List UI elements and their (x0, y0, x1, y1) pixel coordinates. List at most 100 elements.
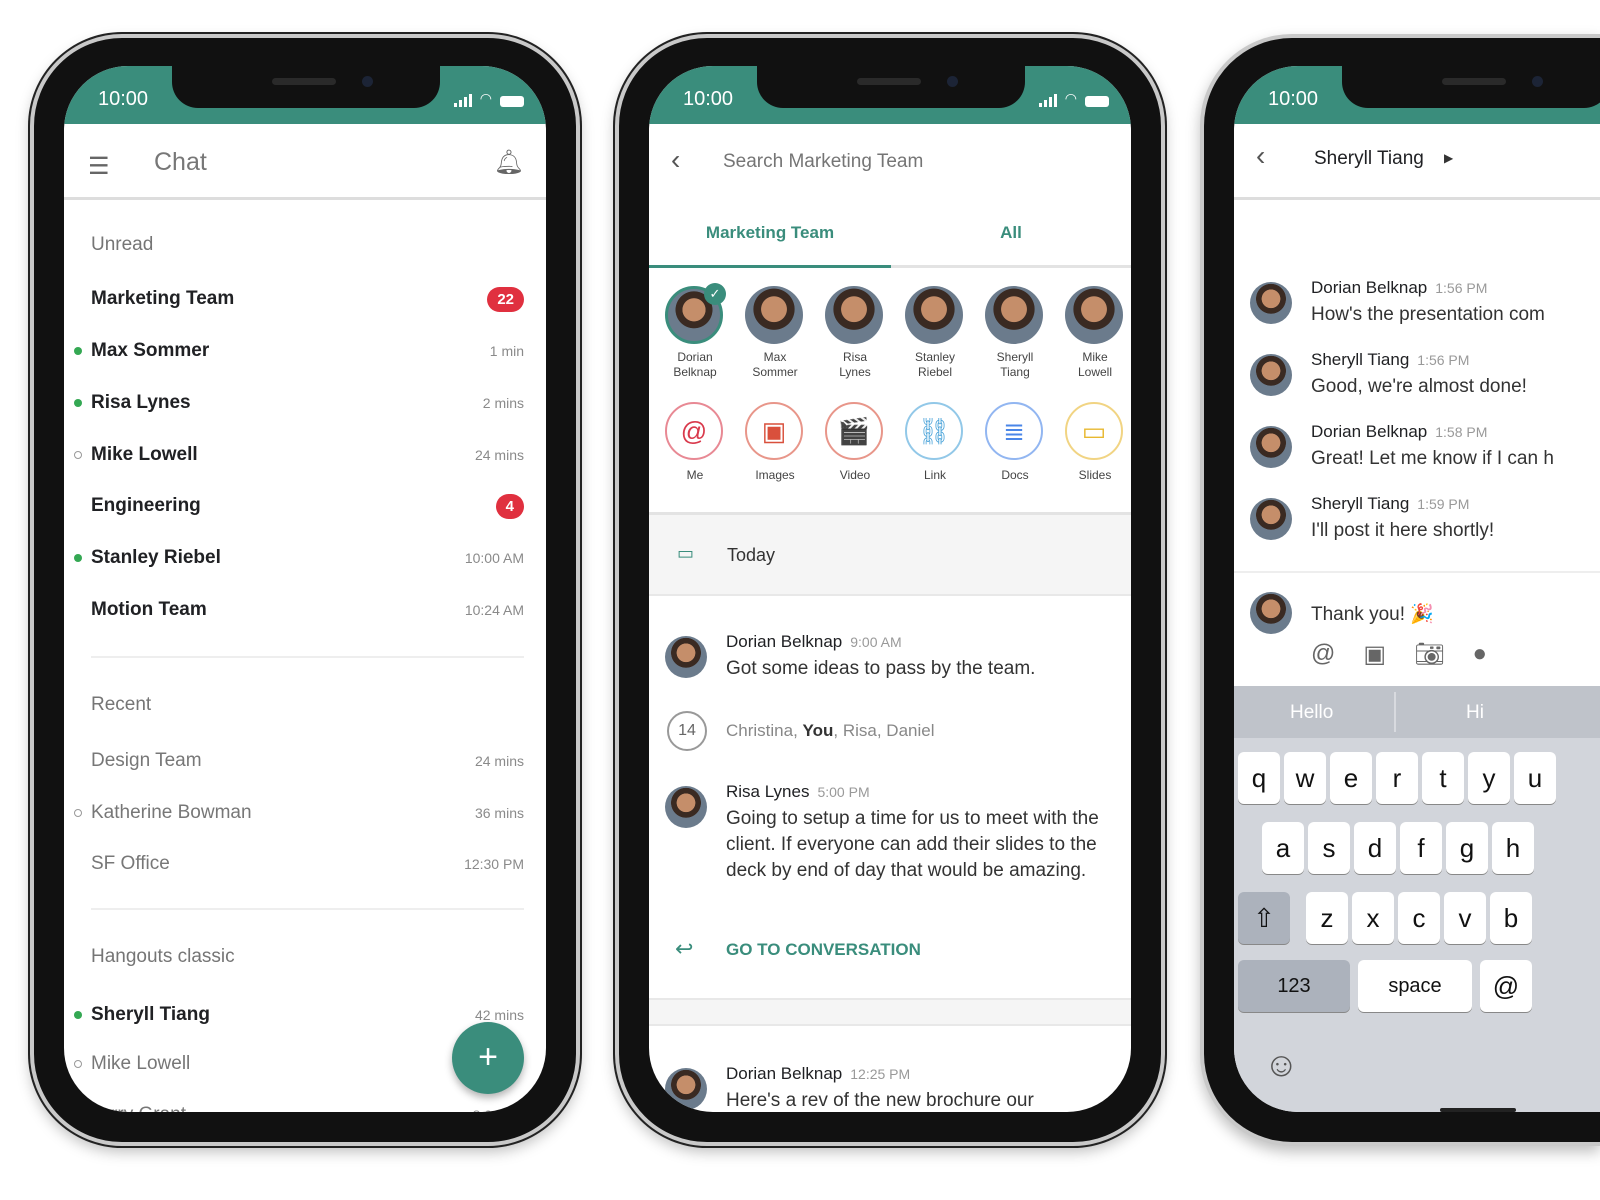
key-r[interactable]: r (1376, 752, 1418, 804)
key-u[interactable]: u (1514, 752, 1556, 804)
me-icon: @ (665, 402, 723, 460)
filter-slides[interactable]: ▭ Slides (1065, 402, 1125, 482)
message[interactable]: Risa Lynes 5:00 PM Going to setup a time … (665, 782, 1111, 884)
message[interactable]: Sheryll Tiang 1:56 PM Good, we're almost d… (1250, 350, 1596, 400)
filter-video[interactable]: 🎬 Video (825, 402, 885, 482)
message-time: 1:59 PM (1417, 496, 1470, 512)
list-item[interactable]: Engineering 4 (91, 491, 524, 521)
emoji-icon[interactable]: ☺ (1264, 1046, 1299, 1085)
sender-name: Dorian Belknap (1311, 278, 1428, 297)
status-time: 10:00 (1268, 88, 1319, 110)
date-label: Today (727, 545, 776, 565)
list-item[interactable]: Marketing Team 22 (91, 284, 524, 314)
avatar (1250, 354, 1292, 396)
camera-icon[interactable]: 📷︎ (1414, 640, 1444, 669)
at-key[interactable]: @ (1480, 960, 1532, 1012)
list-item-name: Motion Team (91, 599, 207, 620)
back-icon[interactable]: ‹ (1256, 140, 1265, 172)
docs-icon: ≣ (985, 402, 1043, 460)
key-w[interactable]: w (1284, 752, 1326, 804)
person-first-name: Stanley (914, 350, 956, 364)
message[interactable]: Dorian Belknap 1:58 PM Great! Let me know … (1250, 422, 1596, 472)
key-z[interactable]: z (1306, 892, 1348, 944)
battery-icon (500, 96, 524, 107)
key-y[interactable]: y (1468, 752, 1510, 804)
bell-icon[interactable]: 🔔︎ (494, 148, 524, 177)
hamburger-icon[interactable]: ☰ (88, 152, 110, 181)
list-item[interactable]: Sheryll Tiang 42 mins (74, 1000, 524, 1030)
conversation-header: ‹ Sheryll Tiang ▶ (1234, 124, 1600, 200)
go-to-conversation-link[interactable]: GO TO CONVERSATION (726, 940, 921, 960)
message[interactable]: Dorian Belknap 1:56 PM How's the presentat… (1250, 278, 1596, 328)
key-t[interactable]: t (1422, 752, 1464, 804)
compose-input[interactable]: Thank you! 🎉 (1311, 602, 1434, 626)
filter-link[interactable]: ⛓ Link (905, 402, 965, 482)
filter-me[interactable]: @ Me (665, 402, 725, 482)
list-item[interactable]: Motion Team 10:24 AM (91, 595, 524, 625)
key-h[interactable]: h (1492, 822, 1534, 874)
list-item[interactable]: Mike Lowell 24 mins (74, 440, 524, 470)
key-g[interactable]: g (1446, 822, 1488, 874)
video-call-icon[interactable]: ● (1473, 640, 1488, 669)
image-icon[interactable]: ▣ (1363, 640, 1386, 669)
list-item-name: Marketing Team (91, 288, 235, 309)
avatar (745, 286, 803, 344)
person-filter[interactable]: ✓ Dorian Belknap (665, 283, 726, 380)
signal-icon (453, 94, 472, 107)
key-e[interactable]: e (1330, 752, 1372, 804)
page-title: Chat (154, 148, 207, 176)
person-first-name: Mike (1082, 350, 1108, 364)
video-icon: 🎬 (825, 402, 883, 460)
key-x[interactable]: x (1352, 892, 1394, 944)
list-item[interactable]: Katherine Bowman 36 mins (74, 798, 524, 828)
space-key[interactable]: space (1358, 960, 1472, 1012)
list-item[interactable]: Design Team 24 mins (91, 746, 524, 776)
back-icon[interactable]: ‹ (671, 144, 680, 176)
link-icon: ⛓ (905, 402, 963, 460)
key-q[interactable]: q (1238, 752, 1280, 804)
person-filter[interactable]: Sheryll Tiang (985, 286, 1045, 380)
suggestion[interactable]: Hello (1290, 702, 1333, 724)
tab-marketing-team[interactable]: Marketing Team (649, 206, 891, 268)
message[interactable]: Dorian Belknap 12:25 PM Here's a rev of t… (665, 1064, 1111, 1112)
numbers-key[interactable]: 123 (1238, 960, 1350, 1012)
screen: 10:00 ◠ ‹ Marketing Team All ✓ DorianBelk… (649, 66, 1131, 1112)
key-s[interactable]: s (1308, 822, 1350, 874)
shift-key[interactable]: ⇧ (1238, 892, 1290, 944)
key-c[interactable]: c (1398, 892, 1440, 944)
person-filter[interactable]: Risa Lynes (825, 286, 885, 380)
key-f[interactable]: f (1400, 822, 1442, 874)
person-filter[interactable]: Mike Lowell (1065, 286, 1125, 380)
divider (649, 998, 1131, 1026)
avatar (1250, 282, 1292, 324)
presence-dot (74, 1011, 82, 1019)
filter-docs[interactable]: ≣ Docs (985, 402, 1045, 482)
message[interactable]: Sheryll Tiang 1:59 PM I'll post it here sh… (1250, 494, 1596, 544)
list-item[interactable]: Jerry Grant 8:00 AM (91, 1100, 524, 1112)
key-b[interactable]: b (1490, 892, 1532, 944)
key-d[interactable]: d (1354, 822, 1396, 874)
list-item[interactable]: Risa Lynes 2 mins (74, 388, 524, 418)
list-item-name: Engineering (91, 495, 201, 516)
list-item[interactable]: SF Office 12:30 PM (91, 849, 524, 879)
conversation-title[interactable]: Sheryll Tiang (1314, 148, 1424, 170)
presence-dot (74, 347, 82, 355)
list-item[interactable]: Max Sommer 1 min (74, 336, 524, 366)
tab-all[interactable]: All (891, 206, 1131, 268)
person-filter[interactable]: Stanley Riebel (905, 286, 965, 380)
message-text: How's the presentation com (1311, 304, 1545, 325)
filter-label: Images (755, 468, 795, 482)
suggestion[interactable]: Hi (1466, 702, 1484, 724)
key-v[interactable]: v (1444, 892, 1486, 944)
person-filter[interactable]: Max Sommer (745, 286, 805, 380)
caret-right-icon[interactable]: ▶ (1444, 151, 1453, 165)
reply-count: 14 (667, 711, 707, 751)
phone-chat-list: 10:00 ◠ ☰ Chat 🔔︎ Unread Marketing Team 22… (30, 34, 580, 1146)
mention-icon[interactable]: @ (1311, 640, 1335, 669)
message[interactable]: Dorian Belknap 9:00 AM Got some ideas to … (665, 632, 1111, 682)
list-item[interactable]: Stanley Riebel 10:00 AM (74, 543, 524, 573)
new-chat-button[interactable]: + (452, 1022, 524, 1094)
search-input[interactable] (723, 146, 1103, 178)
key-a[interactable]: a (1262, 822, 1304, 874)
filter-images[interactable]: ▣ Images (745, 402, 805, 482)
